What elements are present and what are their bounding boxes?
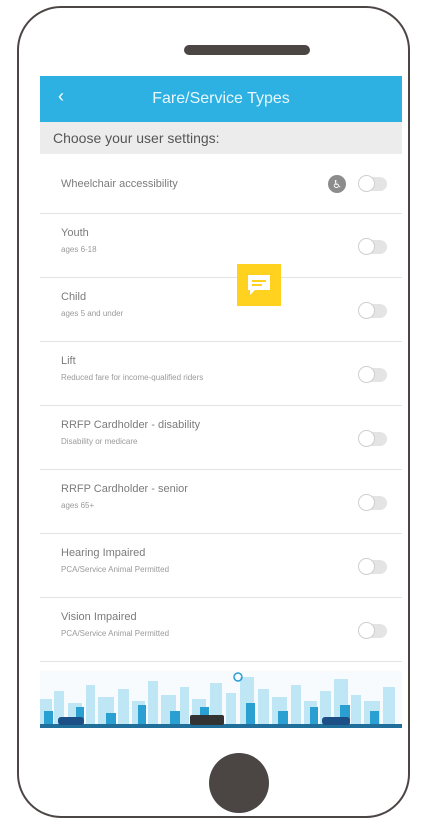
option-row-wheelchair: Wheelchair accessibility ♿ (40, 154, 402, 214)
toggle-knob (358, 302, 375, 319)
toggle-knob (358, 366, 375, 383)
option-title: Lift (61, 355, 76, 367)
option-row-hearing: Hearing Impaired PCA/Service Animal Perm… (40, 534, 402, 598)
option-subtitle: ages 5 and under (61, 309, 124, 318)
option-row-lift: Lift Reduced fare for income-qualified r… (40, 342, 402, 406)
toggle-knob (358, 175, 375, 192)
option-row-rrfp-disability: RRFP Cardholder - disability Disability … (40, 406, 402, 470)
toggle-vision[interactable] (358, 622, 387, 639)
toggle-lift[interactable] (358, 366, 387, 383)
option-row-youth: Youth ages 6-18 (40, 214, 402, 278)
chat-icon (248, 275, 270, 295)
toggle-knob (358, 238, 375, 255)
skyline-graphic (40, 672, 402, 728)
option-subtitle: Reduced fare for income-qualified riders (61, 373, 204, 382)
option-subtitle: ages 65+ (61, 501, 95, 510)
city-skyline-illustration (40, 671, 402, 728)
toggle-knob (358, 558, 375, 575)
option-title: Hearing Impaired (61, 547, 146, 559)
option-title: RRFP Cardholder - disability (61, 419, 201, 431)
option-subtitle: PCA/Service Animal Permitted (61, 565, 170, 574)
option-title: Vision Impaired (61, 611, 137, 623)
toggle-rrfp-senior[interactable] (358, 494, 387, 511)
chat-button[interactable] (237, 264, 281, 306)
toggle-child[interactable] (358, 302, 387, 319)
toggle-hearing[interactable] (358, 558, 387, 575)
option-row-vision: Vision Impaired PCA/Service Animal Permi… (40, 598, 402, 662)
section-heading: Choose your user settings: (40, 122, 402, 154)
home-button[interactable] (209, 753, 269, 813)
app-header: ‹ Fare/Service Types (40, 76, 402, 122)
option-title: Wheelchair accessibility (61, 178, 178, 190)
option-title: RRFP Cardholder - senior (61, 483, 188, 495)
toggle-wheelchair[interactable] (358, 175, 387, 192)
app-screen: ‹ Fare/Service Types Choose your user se… (40, 76, 402, 728)
toggle-knob (358, 622, 375, 639)
option-title: Youth (61, 227, 89, 239)
phone-speaker (184, 45, 310, 55)
option-title: Child (61, 291, 87, 303)
toggle-knob (358, 494, 375, 511)
chevron-left-icon[interactable]: ‹ (58, 86, 64, 107)
option-subtitle: PCA/Service Animal Permitted (61, 629, 170, 638)
option-subtitle: ages 6-18 (61, 245, 97, 254)
toggle-rrfp-disability[interactable] (358, 430, 387, 447)
toggle-youth[interactable] (358, 238, 387, 255)
option-row-rrfp-senior: RRFP Cardholder - senior ages 65+ (40, 470, 402, 534)
option-row-child: Child ages 5 and under (40, 278, 402, 342)
page-title: Fare/Service Types (152, 90, 290, 107)
wheelchair-icon: ♿ (328, 175, 346, 193)
toggle-knob (358, 430, 375, 447)
option-subtitle: Disability or medicare (61, 437, 138, 446)
